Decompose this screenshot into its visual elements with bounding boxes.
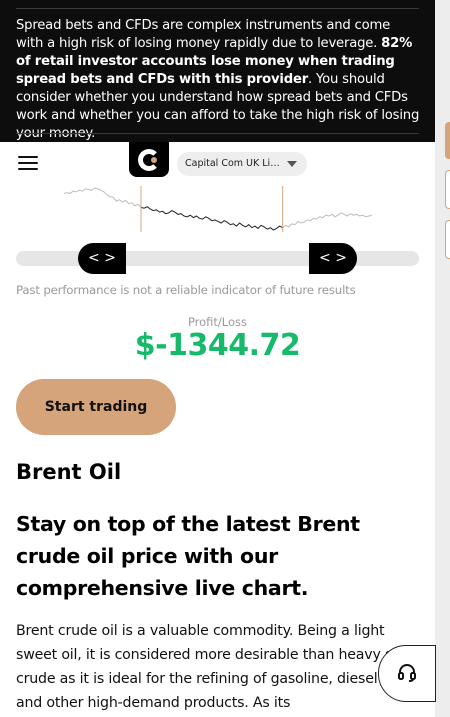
performance-disclaimer: Past performance is not a reliable indic…: [16, 283, 356, 297]
side-rail: [435, 0, 450, 717]
price-chart: [63, 186, 373, 232]
banner-divider-bottom: [16, 133, 419, 134]
entity-selector[interactable]: Capital Com UK Limited: [177, 152, 307, 176]
range-slider-track[interactable]: [16, 251, 419, 266]
support-chat-button[interactable]: [378, 645, 436, 702]
side-tab-3[interactable]: [445, 220, 450, 259]
chart-line-after-window: [282, 212, 373, 229]
side-tab-active[interactable]: [445, 122, 450, 159]
entity-selector-label: Capital Com UK Limited: [185, 158, 285, 169]
caret-down-icon: [287, 161, 297, 167]
risk-warning-banner: Spread bets and CFDs are complex instrum…: [0, 0, 435, 142]
banner-divider-top: [16, 8, 419, 9]
chart-line-selected: [140, 206, 283, 231]
logo[interactable]: [129, 142, 169, 177]
hamburger-icon[interactable]: [18, 156, 38, 170]
page-subtitle: Stay on top of the latest Brent crude oi…: [16, 512, 360, 600]
logo-dot: [151, 157, 157, 163]
headset-icon: [398, 664, 416, 682]
start-trading-button[interactable]: Start trading: [16, 379, 176, 435]
page-title: Brent Oil: [16, 460, 122, 484]
side-tab-2[interactable]: [445, 170, 450, 209]
range-slider-right-handle[interactable]: < >: [309, 243, 357, 274]
risk-warning-text: Spread bets and CFDs are complex instrum…: [16, 17, 421, 143]
chart-line-before-window: [63, 187, 142, 208]
profit-loss-label: Profit/Loss: [187, 315, 248, 329]
profit-loss-value: $-1344.72: [134, 328, 301, 363]
intro-paragraph: Brent crude oil is a valuable commodity.…: [16, 623, 416, 711]
range-slider-left-handle[interactable]: < >: [78, 243, 126, 274]
risk-warning-text-start: Spread bets and CFDs are complex instrum…: [16, 18, 391, 51]
